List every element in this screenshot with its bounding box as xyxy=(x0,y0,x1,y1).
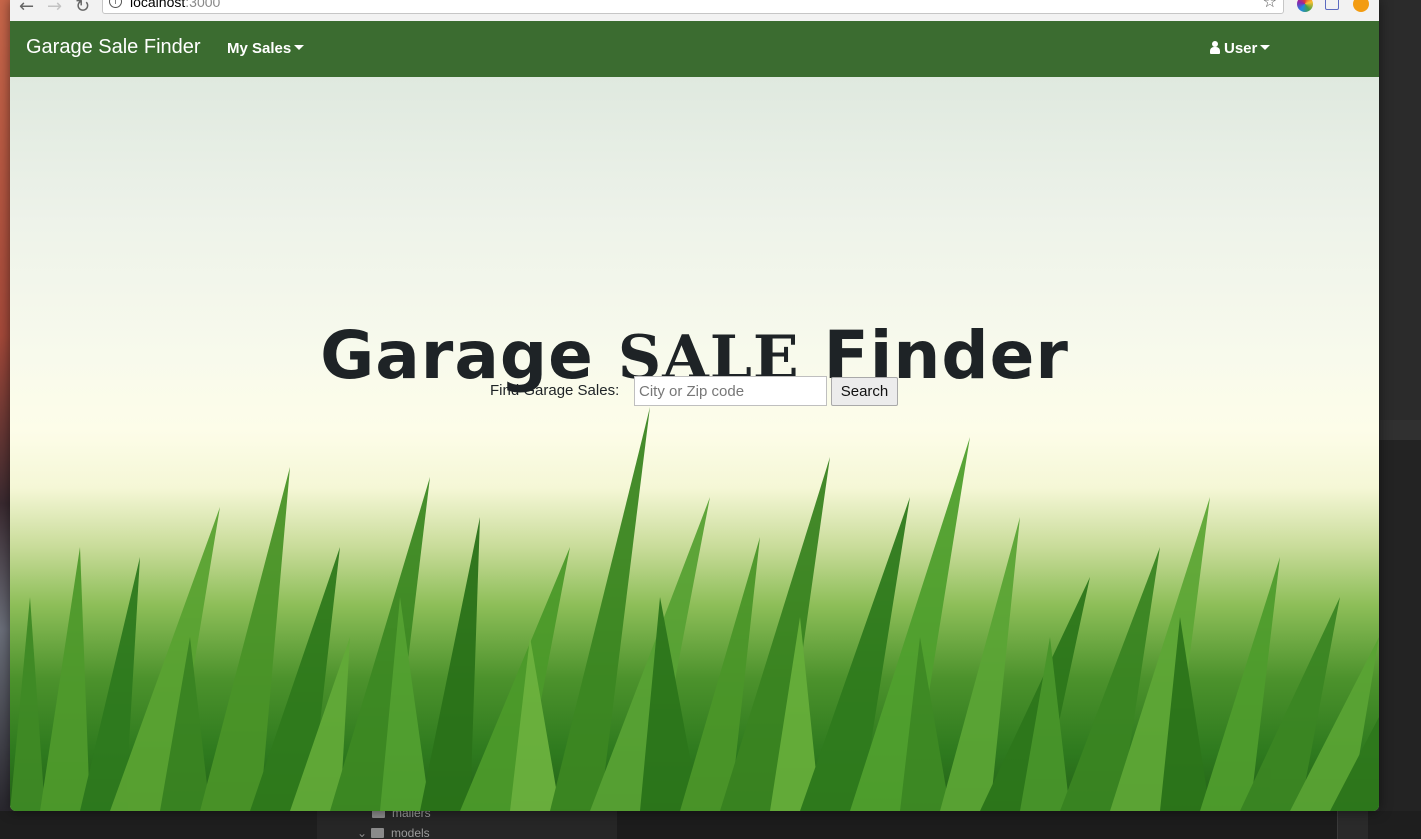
hero-section: Garage SALE Finder Find Garage Sales: Se… xyxy=(10,77,1379,811)
address-bar[interactable]: i localhost:3000 ☆ xyxy=(102,0,1284,14)
browser-toolbar: ← → ↻ i localhost:3000 ☆ xyxy=(10,0,1379,22)
background-window xyxy=(1379,0,1421,839)
search-button[interactable]: Search xyxy=(831,377,898,406)
search-input[interactable] xyxy=(634,376,827,406)
editor-scrollbar xyxy=(1337,811,1368,839)
user-dropdown[interactable]: User xyxy=(1209,40,1271,57)
my-sales-dropdown[interactable]: My Sales xyxy=(227,40,305,57)
editor-file-tree: mailers ⌄ models xyxy=(317,806,617,839)
caret-down-icon xyxy=(294,45,305,50)
user-icon xyxy=(1209,41,1221,54)
top-navbar: Garage Sale Finder My Sales User xyxy=(10,21,1379,77)
tree-item-models[interactable]: ⌄ models xyxy=(357,826,430,839)
folder-icon xyxy=(371,828,384,838)
desktop-wallpaper xyxy=(0,0,10,839)
back-icon[interactable]: ← xyxy=(19,0,34,17)
browser-window: ← → ↻ i localhost:3000 ☆ Garage Sale Fin… xyxy=(10,0,1379,811)
search-label: Find Garage Sales: xyxy=(490,382,620,399)
color-picker-extension-icon[interactable] xyxy=(1297,0,1313,12)
chevron-down-icon: ⌄ xyxy=(357,826,368,839)
info-icon[interactable]: i xyxy=(109,0,122,8)
bookmark-star-icon[interactable]: ☆ xyxy=(1263,0,1277,11)
url-text: localhost:3000 xyxy=(130,0,221,10)
brand-link[interactable]: Garage Sale Finder xyxy=(26,36,201,59)
forward-icon[interactable]: → xyxy=(47,0,62,17)
editor-pane xyxy=(617,811,1337,839)
search-form: Find Garage Sales: Search xyxy=(490,376,910,406)
download-extension-icon[interactable] xyxy=(1353,0,1369,12)
grass-background-image xyxy=(10,407,1379,811)
screenshot-extension-icon[interactable] xyxy=(1325,0,1339,10)
caret-down-icon xyxy=(1260,45,1271,50)
reload-icon[interactable]: ↻ xyxy=(75,0,90,17)
